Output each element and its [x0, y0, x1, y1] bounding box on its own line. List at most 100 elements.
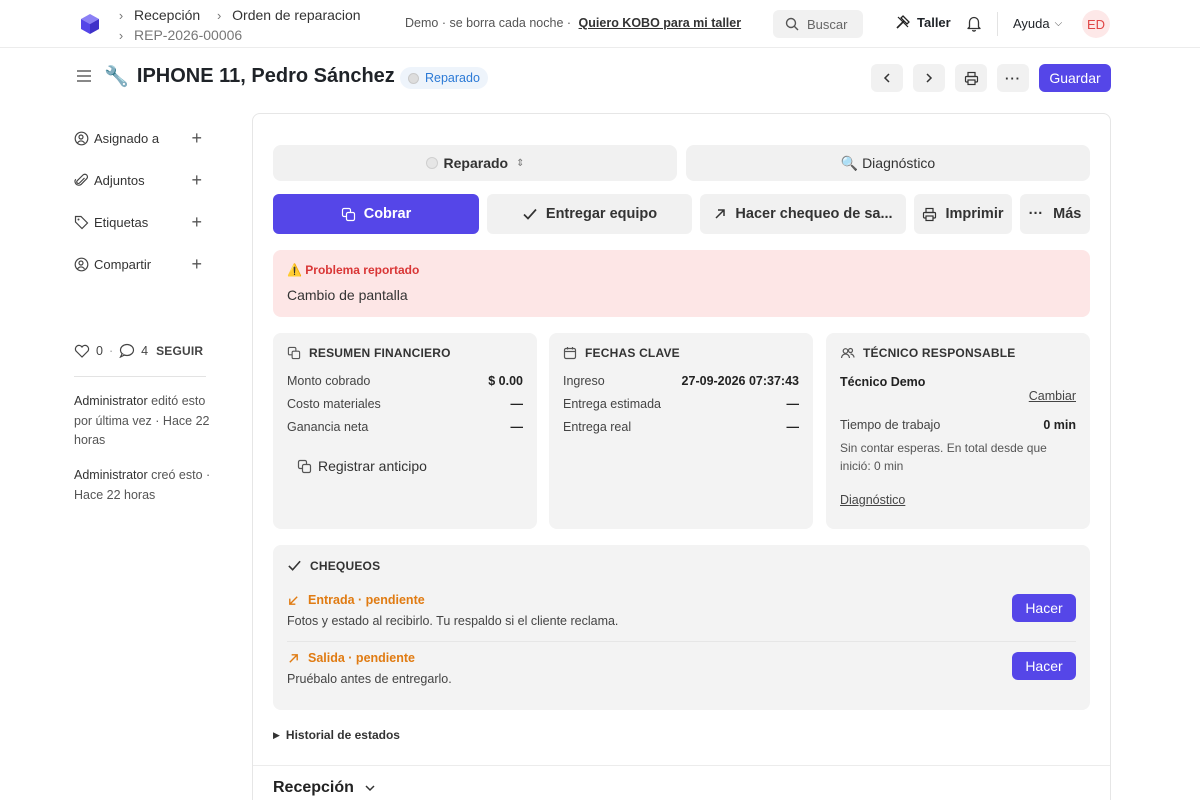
heart-icon[interactable]: [74, 344, 90, 358]
sidebar-item-assigned[interactable]: Asignado a +: [74, 128, 206, 148]
plus-icon[interactable]: +: [191, 212, 202, 233]
check-name-text: Salida · pendiente: [308, 651, 415, 665]
change-technician-link[interactable]: Cambiar: [1029, 389, 1076, 403]
divider: [74, 376, 206, 377]
arrow-up-right-icon: [715, 209, 726, 219]
prev-button[interactable]: [871, 64, 903, 92]
technician-title-text: TÉCNICO RESPONSABLE: [863, 346, 1016, 360]
breadcrumb-item-orden[interactable]: Orden de reparacion: [232, 7, 360, 23]
wrench-icon: 🔧: [104, 66, 129, 88]
next-button[interactable]: [913, 64, 945, 92]
finance-row-value: —: [510, 397, 524, 411]
coins-icon: [287, 346, 301, 360]
more-label: Más: [1053, 206, 1082, 222]
search-placeholder: Buscar: [807, 16, 848, 32]
register-advance-label: Registrar anticipo: [318, 458, 427, 474]
finance-panel: RESUMEN FINANCIERO Monto cobrado $ 0.00 C…: [273, 333, 537, 529]
calendar-icon: [563, 347, 577, 360]
finance-row-label: Costo materiales: [287, 397, 381, 411]
deliver-label: Entregar equipo: [545, 206, 658, 222]
history-label: Historial de estados: [285, 728, 400, 742]
printer-icon: [964, 71, 978, 85]
check-item: Salida · pendiente Pruébalo antes de ent…: [287, 651, 1076, 701]
checkout-label: Hacer chequeo de sa...: [735, 206, 893, 222]
print-button[interactable]: [955, 64, 987, 92]
divider: [253, 765, 1110, 766]
comment-icon[interactable]: [119, 343, 135, 358]
checks-title-text: CHEQUEOS: [310, 558, 381, 573]
problem-text: Cambio de pantalla: [287, 287, 408, 303]
activity-user[interactable]: Administrator: [74, 468, 148, 482]
tag-icon: [74, 215, 89, 229]
plus-icon[interactable]: +: [191, 170, 202, 191]
bell-icon[interactable]: [965, 14, 983, 32]
dates-title: FECHAS CLAVE: [563, 346, 680, 360]
technician-panel: TÉCNICO RESPONSABLE Técnico Demo Cambiar…: [826, 333, 1090, 529]
dates-title-text: FECHAS CLAVE: [585, 346, 680, 360]
coins-icon: [297, 459, 312, 473]
finance-row: Ganancia neta —: [287, 420, 523, 434]
sidebar-item-tags[interactable]: Etiquetas +: [74, 212, 206, 232]
chevron-right-icon: ›: [216, 7, 222, 23]
top-bar: › Recepción › Orden de reparacion › REP-…: [0, 0, 1200, 48]
work-time-row: Tiempo de trabajo 0 min: [840, 418, 1076, 432]
stage-field[interactable]: 🔍 Diagnóstico: [686, 145, 1090, 181]
date-row: Entrega real —: [563, 420, 799, 434]
help-menu[interactable]: Ayuda ⌵: [1013, 16, 1062, 31]
dot-separator: ·: [108, 343, 114, 358]
register-advance-button[interactable]: Registrar anticipo: [297, 458, 427, 474]
finance-title-text: RESUMEN FINANCIERO: [309, 346, 451, 360]
plus-icon[interactable]: +: [191, 128, 202, 149]
date-row-label: Entrega estimada: [563, 397, 661, 411]
date-row: Ingreso 27-09-2026 07:37:43: [563, 374, 799, 388]
activity-user[interactable]: Administrator: [74, 394, 148, 408]
date-row: Entrega estimada —: [563, 397, 799, 411]
app-logo-icon[interactable]: [78, 12, 102, 36]
check-name: Salida · pendiente: [287, 651, 415, 665]
date-row-value: —: [786, 420, 800, 434]
deliver-button[interactable]: Entregar equipo: [487, 194, 692, 234]
work-time-value: 0 min: [1043, 418, 1076, 432]
more-actions-button[interactable]: ··· Más: [1020, 194, 1090, 234]
reception-section-toggle[interactable]: Recepción: [273, 779, 376, 797]
activity-item: Administrator creó esto · Hace 22 horas: [74, 466, 214, 505]
finance-row-value: —: [510, 420, 524, 434]
page-title: 🔧 IPHONE 11, Pedro Sánchez: [104, 64, 395, 89]
work-time-note: Sin contar esperas. En total desde que i…: [840, 441, 1047, 473]
plus-icon[interactable]: +: [191, 254, 202, 275]
status-dot-icon: [408, 72, 419, 84]
breadcrumb-doc-id: REP-2026-00006: [134, 27, 243, 43]
avatar[interactable]: ED: [1082, 10, 1110, 38]
search-icon: [785, 17, 799, 31]
do-check-button[interactable]: Hacer: [1012, 594, 1076, 622]
menu-icon[interactable]: [76, 68, 92, 84]
search-input[interactable]: Buscar: [773, 10, 863, 38]
dates-panel: FECHAS CLAVE Ingreso 27-09-2026 07:37:43 …: [549, 333, 813, 529]
workspace-button[interactable]: Taller: [895, 14, 951, 30]
save-button[interactable]: Guardar: [1039, 64, 1111, 92]
ellipsis-icon: ···: [1028, 206, 1044, 222]
print-label: Imprimir: [945, 206, 1004, 222]
history-toggle[interactable]: ▶ Historial de estados: [273, 728, 400, 742]
follow-button[interactable]: SEGUIR: [156, 344, 203, 358]
problem-title: ⚠️ Problema reportado: [287, 263, 420, 277]
print-action-button[interactable]: Imprimir: [914, 194, 1012, 234]
technician-title: TÉCNICO RESPONSABLE: [840, 346, 1015, 360]
check-icon: [523, 208, 537, 220]
more-options-button[interactable]: ···: [997, 64, 1029, 92]
check-description: Pruébalo antes de entregarlo.: [287, 672, 452, 686]
do-check-button[interactable]: Hacer: [1012, 652, 1076, 680]
section-title: Recepción: [273, 779, 354, 796]
checkout-button[interactable]: Hacer chequeo de sa...: [700, 194, 906, 234]
sidebar-item-label: Compartir: [94, 256, 152, 272]
breadcrumb-item-recepcion[interactable]: Recepción: [134, 7, 200, 23]
demo-cta-link[interactable]: Quiero KOBO para mi taller: [579, 16, 742, 30]
status-select[interactable]: Reparado ⇕: [273, 145, 677, 181]
divider: [997, 12, 998, 36]
sidebar-item-attachments[interactable]: Adjuntos +: [74, 170, 206, 190]
finance-row-label: Monto cobrado: [287, 374, 371, 388]
charge-button[interactable]: Cobrar: [273, 194, 479, 234]
finance-row: Monto cobrado $ 0.00: [287, 374, 523, 388]
stage-link[interactable]: Diagnóstico: [840, 493, 905, 507]
sidebar-item-share[interactable]: Compartir +: [74, 254, 206, 274]
